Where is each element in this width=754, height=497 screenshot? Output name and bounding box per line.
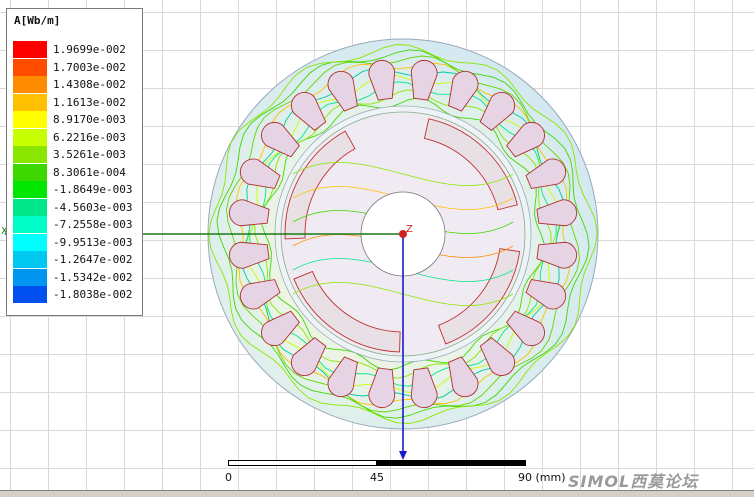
legend-value: 1.1613e-002	[53, 95, 126, 109]
legend-value: -1.8649e-003	[53, 183, 133, 196]
legend-value: -9.9513e-003	[53, 235, 133, 249]
legend-entry: 1.1613e-002	[13, 93, 141, 111]
legend-swatch	[13, 181, 47, 198]
legend-entry: -1.2647e-002	[13, 251, 141, 268]
legend-value: 6.2216e-003	[53, 130, 126, 144]
y-axis-arrow-icon	[399, 451, 407, 460]
legend-swatch	[13, 146, 47, 163]
legend-value: -7.2558e-003	[53, 218, 133, 231]
legend-value: 8.9170e-003	[53, 113, 126, 126]
legend-swatch	[13, 268, 47, 286]
scale-tick-mid: 45	[370, 471, 384, 484]
legend-swatch	[13, 93, 47, 111]
legend-entry: 3.5261e-003	[13, 146, 141, 163]
legend-value: -1.5342e-002	[53, 270, 133, 284]
legend-entry: -7.2558e-003	[13, 216, 141, 233]
legend-entry: -1.8649e-003	[13, 181, 141, 198]
legend-swatch	[13, 111, 47, 128]
scale-tick-end: 90 (mm)	[518, 471, 566, 484]
legend-entry: -1.8038e-002	[13, 286, 141, 303]
legend-value: 1.7003e-002	[53, 60, 126, 74]
legend-value: -1.8038e-002	[53, 288, 133, 301]
scale-tick-0: 0	[225, 471, 232, 484]
model-viewport[interactable]: X Z A[Wb/m] 1.9699e-002 1.7003e-002 1.4308…	[0, 0, 754, 496]
legend-value: 1.4308e-002	[53, 78, 126, 91]
legend-swatch	[13, 163, 47, 181]
legend-entry: -1.5342e-002	[13, 268, 141, 286]
legend-swatch	[13, 286, 47, 303]
scale-bar-white-segment	[228, 460, 377, 466]
legend-entry: 1.7003e-002	[13, 58, 141, 76]
legend-swatch	[13, 41, 47, 58]
legend-swatch	[13, 233, 47, 251]
legend-swatch	[13, 76, 47, 93]
legend-entry: -9.9513e-003	[13, 233, 141, 251]
field-legend: A[Wb/m] 1.9699e-002 1.7003e-002 1.4308e-00…	[6, 8, 143, 316]
legend-entry: 6.2216e-003	[13, 128, 141, 146]
legend-value: -4.5603e-003	[53, 200, 133, 214]
legend-entry: 1.9699e-002	[13, 41, 141, 58]
legend-swatch	[13, 251, 47, 268]
legend-entry: -4.5603e-003	[13, 198, 141, 216]
legend-entry: 8.9170e-003	[13, 111, 141, 128]
legend-value: 8.3061e-004	[53, 165, 126, 179]
legend-entry: 1.4308e-002	[13, 76, 141, 93]
legend-swatch	[13, 198, 47, 216]
legend-value: 1.9699e-002	[53, 43, 126, 56]
legend-value: 3.5261e-003	[53, 148, 126, 161]
legend-entry: 8.3061e-004	[13, 163, 141, 181]
scale-bar-black-segment	[377, 460, 526, 466]
legend-swatch	[13, 216, 47, 233]
scale-bar	[228, 460, 526, 466]
legend-swatch	[13, 58, 47, 76]
legend-title: A[Wb/m]	[14, 14, 61, 27]
watermark-logo: SIMOL西莫论坛	[568, 472, 699, 491]
legend-value: -1.2647e-002	[53, 253, 133, 266]
legend-swatch	[13, 128, 47, 146]
z-axis-label: Z	[406, 224, 413, 235]
